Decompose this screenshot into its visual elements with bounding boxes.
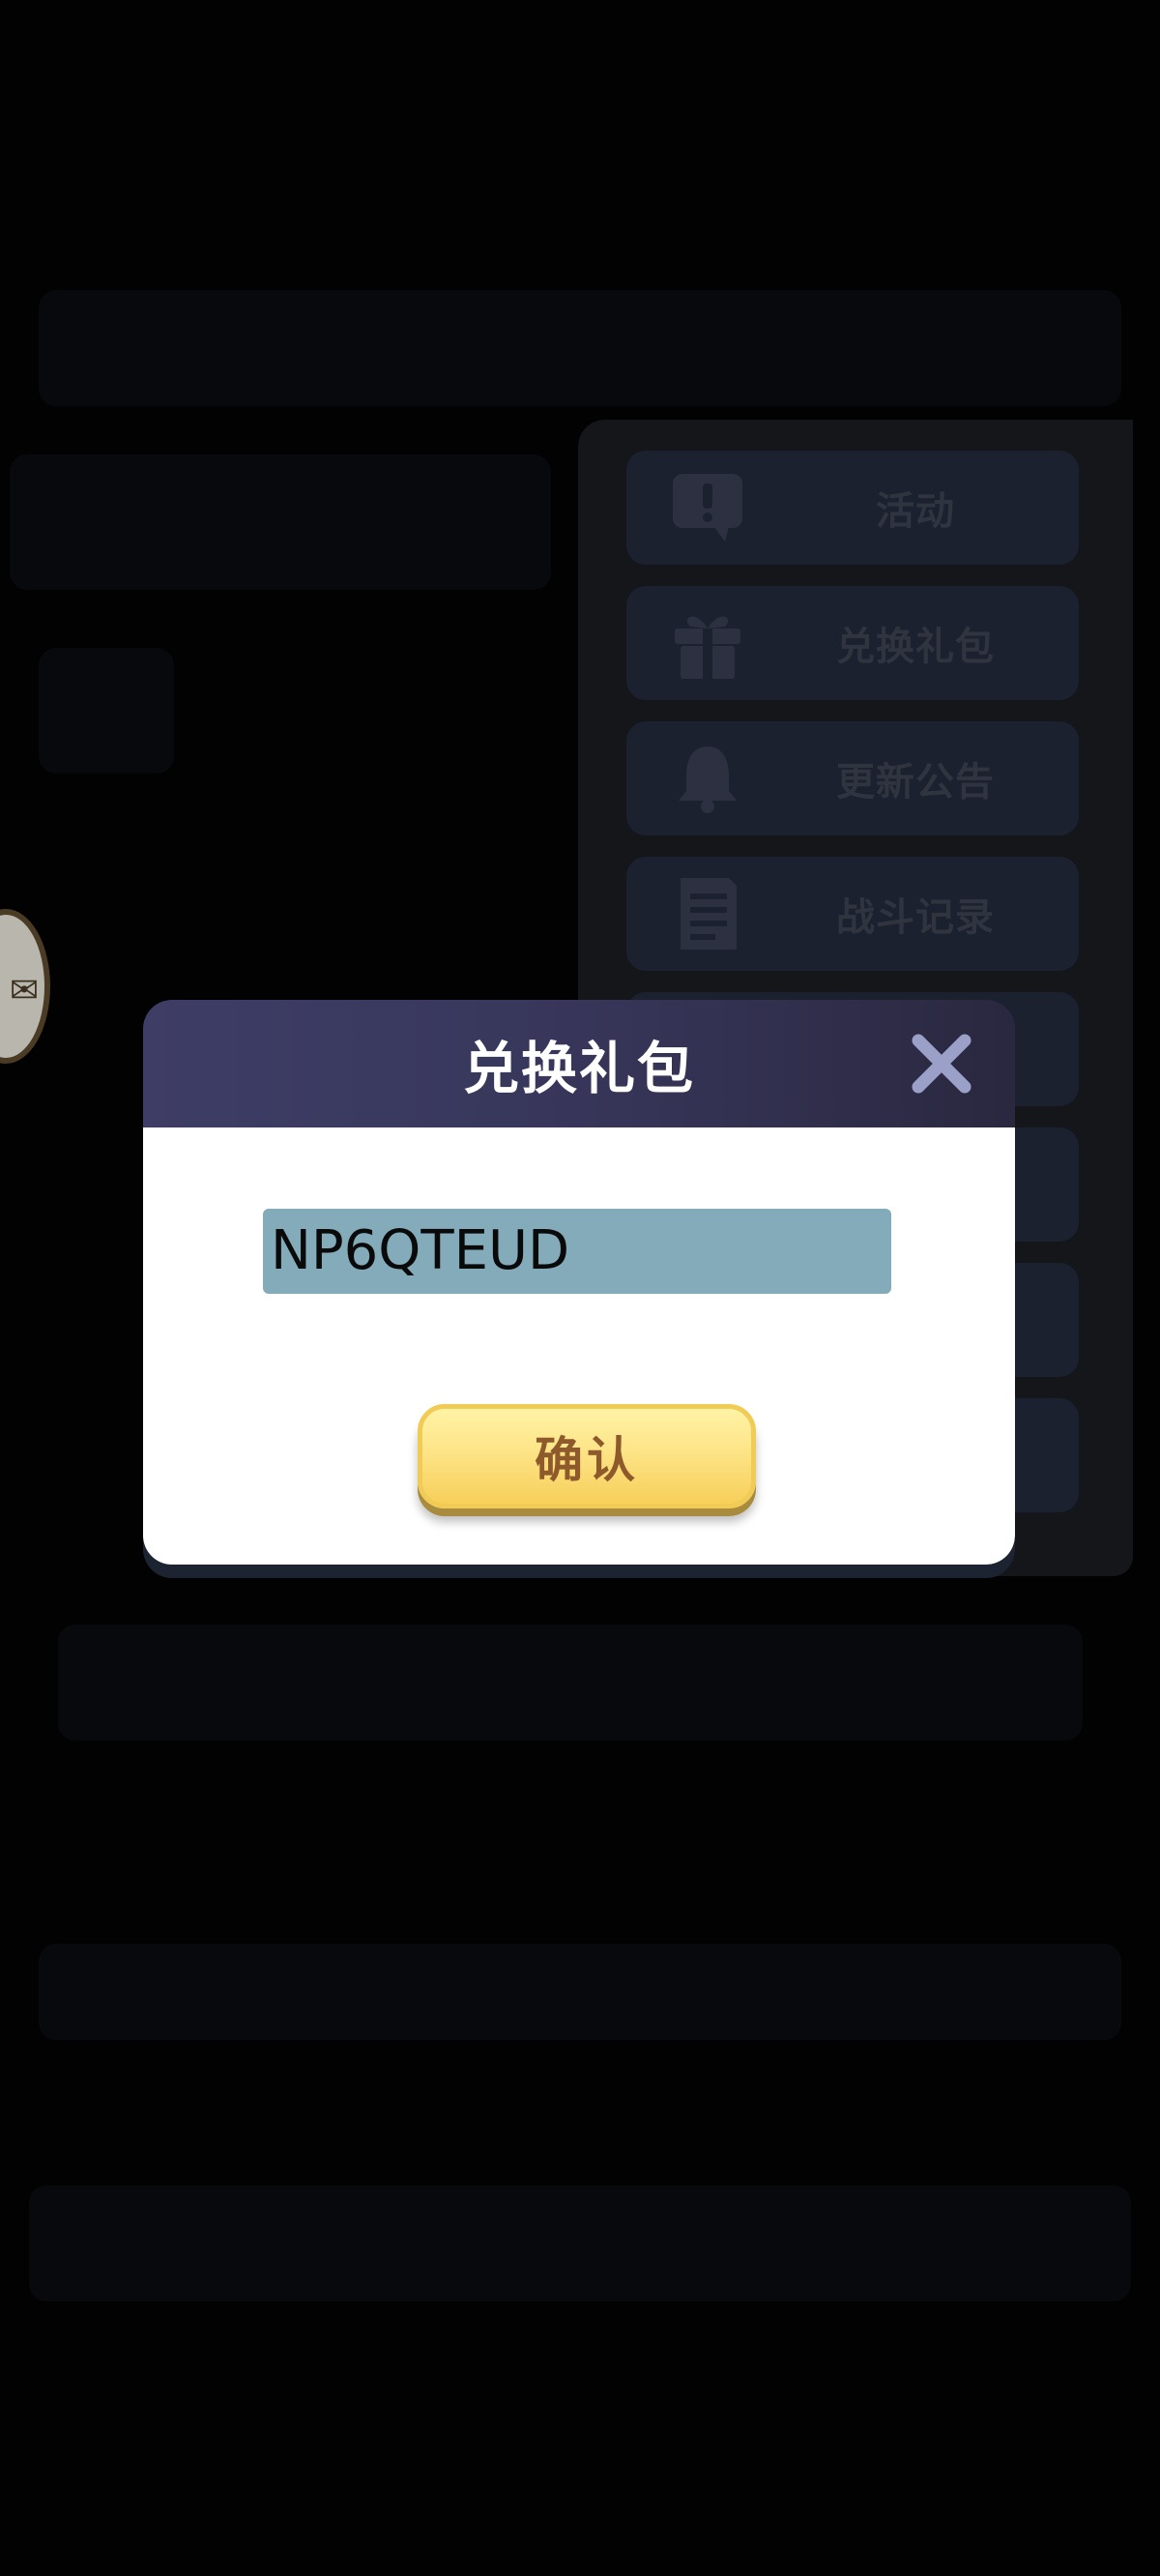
redeem-code-input[interactable] — [263, 1209, 891, 1294]
side-menu-label: 战斗记录 — [836, 895, 995, 940]
background-banner — [39, 290, 1121, 406]
side-menu-item-update-notice[interactable]: 更新公告 — [626, 721, 1079, 835]
side-menu-item-redeem-gift[interactable]: 兑换礼包 — [626, 586, 1079, 700]
mail-icon: ✉ — [10, 971, 40, 1010]
close-button[interactable] — [907, 1029, 976, 1098]
dialog-body: 确认 — [143, 1127, 1015, 1565]
gift-icon — [669, 605, 746, 681]
left-side-round-button[interactable]: ✉ — [0, 909, 50, 1064]
background-strip — [29, 2185, 1131, 2301]
document-icon — [669, 876, 746, 951]
bell-icon — [669, 741, 746, 816]
dialog-title: 兑换礼包 — [462, 1036, 695, 1101]
close-icon — [912, 1034, 972, 1094]
side-menu-label: 更新公告 — [836, 760, 995, 805]
exclamation-speech-icon — [669, 470, 746, 545]
screen: ✉ 活动 兑换礼包 更新公告 战斗记录 兑换礼包 NP6QTEUD 确认 — [0, 0, 1160, 2576]
side-menu-item-battle-record[interactable]: 战斗记录 — [626, 857, 1079, 971]
background-panel — [10, 454, 551, 590]
side-menu-item-activity[interactable]: 活动 — [626, 451, 1079, 565]
side-menu-label: 活动 — [876, 489, 955, 534]
redeem-gift-dialog: 兑换礼包 确认 — [143, 1000, 1015, 1565]
confirm-button[interactable]: 确认 — [418, 1404, 756, 1508]
background-strip — [39, 1944, 1121, 2040]
background-strip — [58, 1625, 1083, 1741]
side-menu-label: 兑换礼包 — [836, 625, 995, 669]
background-card — [39, 648, 174, 774]
